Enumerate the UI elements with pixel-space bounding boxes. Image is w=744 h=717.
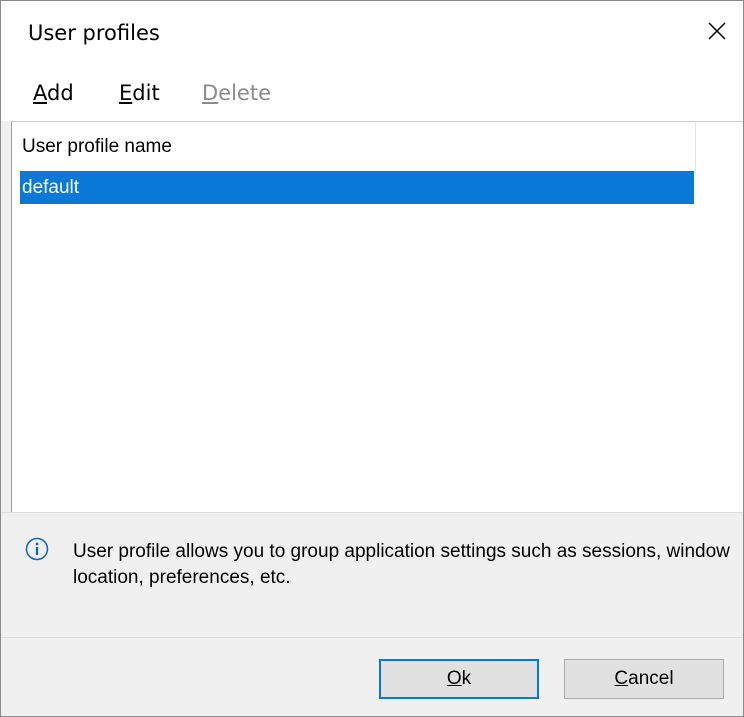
info-icon [25,537,49,561]
column-header-label: User profile name [22,136,172,157]
list-item-default[interactable]: default [20,171,694,204]
ok-label-rest: k [461,668,472,689]
info-panel: User profile allows you to group applica… [1,512,743,637]
cancel-accel-key: C [614,668,629,689]
edit-menu-item[interactable]: Edit [119,81,160,105]
cancel-button[interactable]: Cancel [564,659,724,699]
delete-label-rest: elete [218,81,271,105]
add-accel-key: A [33,81,47,105]
dialog-title: User profiles [28,21,160,45]
list-item-label: default [22,177,80,198]
dialog-footer: Ok Cancel [1,637,743,716]
edit-label-rest: dit [132,81,160,105]
delete-accel-key: D [202,81,219,105]
ok-accel-key: O [446,668,462,689]
profile-list[interactable]: User profile name default [11,121,743,513]
info-text: User profile allows you to group applica… [73,541,730,588]
column-header-profile-name[interactable]: User profile name [12,122,696,174]
add-label-rest: dd [47,81,74,105]
close-button[interactable] [691,1,743,67]
cancel-label-rest: ancel [628,668,674,689]
ok-button[interactable]: Ok [379,659,539,699]
delete-menu-item[interactable]: Delete [202,81,271,105]
user-profiles-dialog: User profiles Add Edit Delete User profi… [0,0,744,717]
add-menu-item[interactable]: Add [33,81,74,105]
edit-accel-key: E [119,81,133,105]
title-bar: User profiles [1,1,743,67]
toolbar-menu: Add Edit Delete [1,67,743,121]
close-icon [708,22,726,40]
